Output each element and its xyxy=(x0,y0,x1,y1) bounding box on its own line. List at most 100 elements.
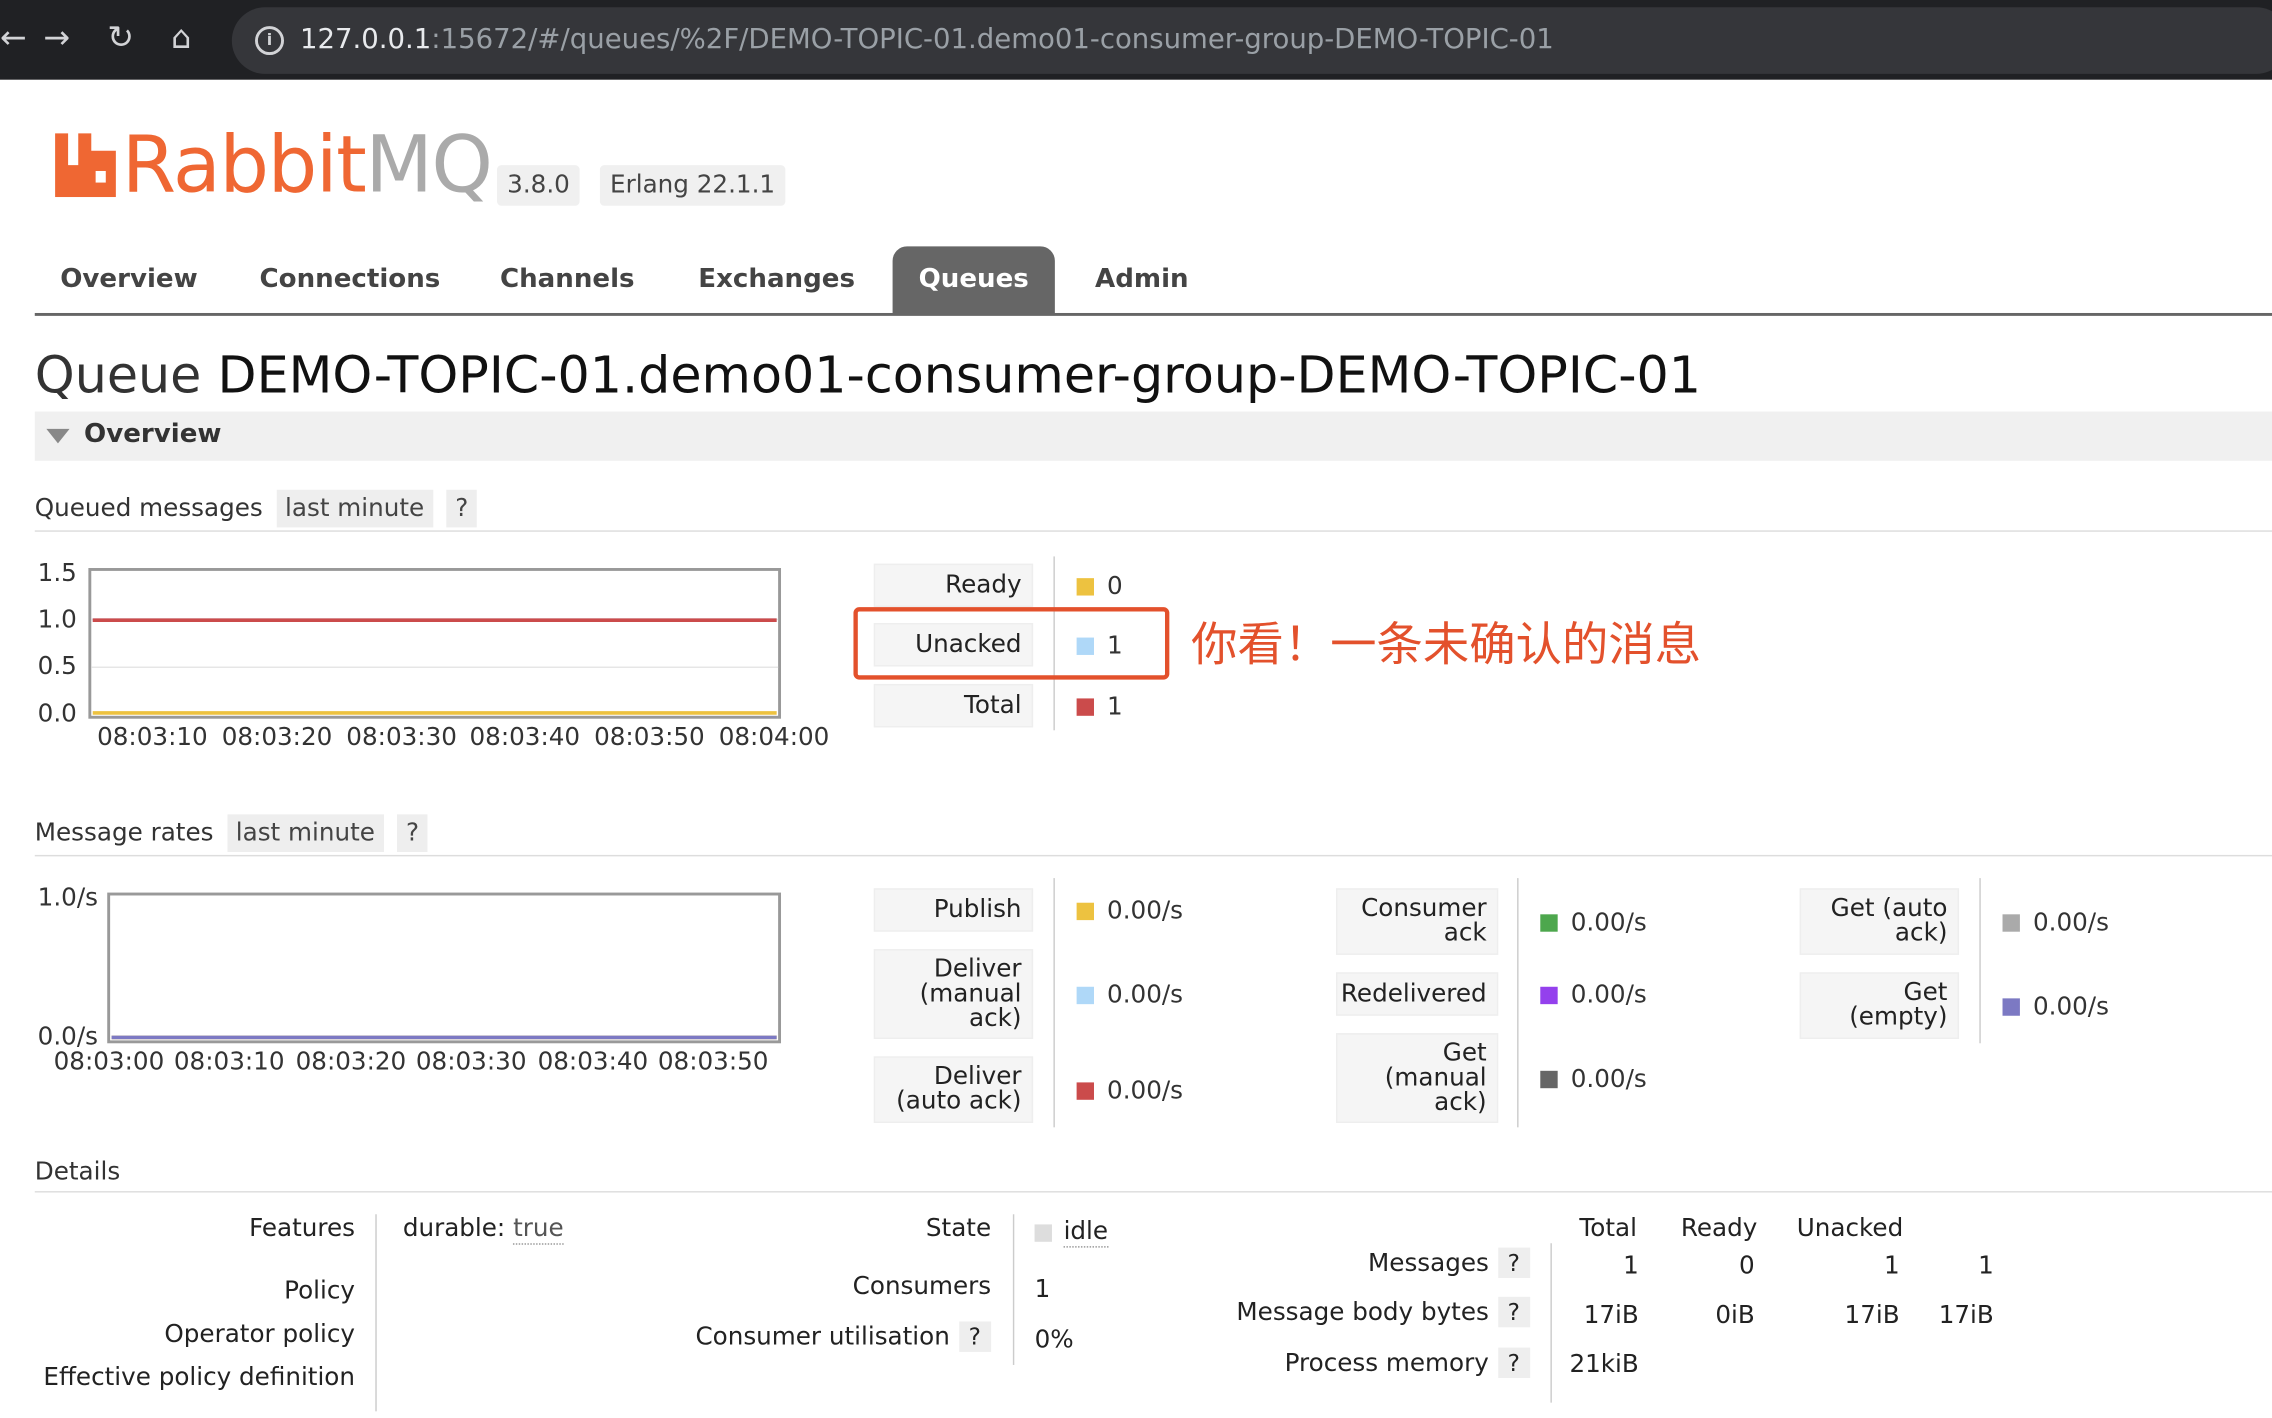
version-badge: 3.8.0 xyxy=(497,165,580,206)
legend-get-empty: Get (empty) xyxy=(1800,972,1959,1039)
legend-divider xyxy=(1517,878,1518,1127)
legend-value-total: 1 xyxy=(1077,693,1123,722)
deliver-manual-swatch xyxy=(1077,987,1094,1004)
x-tick-label: 08:03:50 xyxy=(594,723,705,752)
x-tick-label: 08:03:30 xyxy=(416,1048,527,1077)
x-tick-label: 08:03:10 xyxy=(97,723,208,752)
rate-value: 0.00/s xyxy=(1077,1077,1183,1106)
tab-connections[interactable]: Connections xyxy=(252,246,448,313)
operator-policy-label: Operator policy xyxy=(164,1320,355,1349)
legend-get-manual-ack: Get (manual ack) xyxy=(1336,1033,1498,1123)
x-tick-label: 08:03:00 xyxy=(54,1048,165,1077)
annotation-highlight-box xyxy=(853,607,1169,679)
process-memory-label: Process memory? xyxy=(1285,1348,1531,1378)
rate-value: 0.00/s xyxy=(1077,897,1183,926)
message-body-bytes-label: Message body bytes? xyxy=(1236,1297,1530,1327)
message-rates-lines xyxy=(110,895,778,1040)
state-indicator-icon xyxy=(1035,1224,1052,1241)
page-title: Queue DEMO-TOPIC-01.demo01-consumer-grou… xyxy=(35,348,1701,406)
messages-total: 1 xyxy=(1623,1252,1639,1281)
queued-help-button[interactable]: ? xyxy=(447,490,477,528)
get-empty-swatch xyxy=(2003,998,2020,1015)
messages-label: Messages? xyxy=(1368,1248,1530,1278)
site-info-icon[interactable]: i xyxy=(255,26,284,55)
policy-label: Policy xyxy=(284,1277,355,1306)
consumers-label: Consumers xyxy=(853,1272,991,1301)
rate-value: 0.00/s xyxy=(1540,909,1646,938)
body-bytes-help-button[interactable]: ? xyxy=(1498,1297,1531,1327)
legend-deliver-auto-ack: Deliver (auto ack) xyxy=(874,1056,1033,1123)
x-tick-label: 08:04:00 xyxy=(719,723,830,752)
legend-divider xyxy=(1979,878,1980,1043)
overview-section-toggle[interactable]: Overview xyxy=(35,412,2272,461)
state-label: State xyxy=(926,1214,991,1243)
tab-overview[interactable]: Overview xyxy=(49,246,208,313)
erlang-version-badge: Erlang 22.1.1 xyxy=(600,165,785,206)
features-label: Features xyxy=(249,1214,355,1243)
legend-divider xyxy=(1053,878,1054,1127)
durable-feature: durable: true xyxy=(403,1214,564,1243)
legend-deliver-manual-ack: Deliver (manual ack) xyxy=(874,949,1033,1039)
bytes-unacked: 17iB xyxy=(1845,1301,1900,1330)
annotation-text: 你看！一条未确认的消息 xyxy=(1191,609,1701,676)
x-tick-label: 08:03:50 xyxy=(658,1048,769,1077)
browser-toolbar: ← → ↻ ⌂ i 127.0.0.1:15672/#/queues/%2F/D… xyxy=(0,0,2272,80)
queue-name: DEMO-TOPIC-01.demo01-consumer-group-DEMO… xyxy=(218,348,1702,406)
state-value: idle xyxy=(1064,1217,1108,1247)
process-memory-help-button[interactable]: ? xyxy=(1498,1348,1531,1378)
x-tick-label: 08:03:10 xyxy=(174,1048,285,1077)
messages-ready: 0 xyxy=(1739,1252,1755,1281)
details-heading: Details xyxy=(35,1158,120,1187)
publish-swatch xyxy=(1077,903,1094,920)
process-memory-value: 21kiB xyxy=(1569,1350,1638,1379)
tab-exchanges[interactable]: Exchanges xyxy=(690,246,864,313)
messages-unacked: 1 xyxy=(1884,1252,1900,1281)
y-tick-label: 0.0 xyxy=(38,700,77,729)
consumers-value: 1 xyxy=(1035,1275,1051,1304)
home-icon[interactable]: ⌂ xyxy=(171,17,191,60)
total-swatch xyxy=(1077,698,1094,715)
rates-help-button[interactable]: ? xyxy=(397,814,427,852)
details-divider xyxy=(1550,1243,1551,1402)
details-divider xyxy=(375,1214,376,1411)
ready-swatch xyxy=(1077,578,1094,595)
tab-channels[interactable]: Channels xyxy=(491,246,643,313)
rabbitmq-logo-icon xyxy=(55,133,116,197)
legend-get-auto-ack: Get (auto ack) xyxy=(1800,888,1959,955)
reload-icon[interactable]: ↻ xyxy=(107,17,134,60)
address-bar[interactable]: i 127.0.0.1:15672/#/queues/%2F/DEMO-TOPI… xyxy=(232,7,2272,74)
page-title-prefix: Queue xyxy=(35,348,202,406)
col-header-ready: Ready xyxy=(1681,1214,1757,1243)
rate-value: 0.00/s xyxy=(1540,1065,1646,1094)
redelivered-swatch xyxy=(1540,987,1557,1004)
bytes-ready: 0iB xyxy=(1715,1301,1754,1330)
x-tick-label: 08:03:20 xyxy=(222,723,333,752)
legend-ready: Ready xyxy=(874,564,1033,607)
col-header-total: Total xyxy=(1579,1214,1637,1243)
url-text[interactable]: 127.0.0.1:15672/#/queues/%2F/DEMO-TOPIC-… xyxy=(300,23,1554,55)
legend-redelivered: Redelivered xyxy=(1336,972,1498,1015)
utilisation-help-button[interactable]: ? xyxy=(959,1321,992,1351)
messages-help-button[interactable]: ? xyxy=(1498,1248,1531,1278)
x-tick-label: 08:03:40 xyxy=(538,1048,649,1077)
legend-consumer-ack: Consumer ack xyxy=(1336,888,1498,955)
tab-admin[interactable]: Admin xyxy=(1085,246,1198,313)
divider xyxy=(35,855,2272,856)
tab-queues[interactable]: Queues xyxy=(893,246,1055,313)
x-tick-label: 08:03:30 xyxy=(346,723,457,752)
divider xyxy=(35,1191,2272,1192)
y-tick-label: 0.5 xyxy=(38,652,77,681)
queued-range-selector[interactable]: last minute xyxy=(276,490,433,528)
get-manual-swatch xyxy=(1540,1071,1557,1088)
y-tick-label: 1.0/s xyxy=(38,884,98,913)
rate-value: 0.00/s xyxy=(1077,981,1183,1010)
rates-range-selector[interactable]: last minute xyxy=(227,814,384,852)
rate-value: 0.00/s xyxy=(2003,993,2109,1022)
forward-icon[interactable]: → xyxy=(43,17,70,60)
get-auto-swatch xyxy=(2003,914,2020,931)
back-icon[interactable]: ← xyxy=(0,17,27,60)
messages-extra: 1 xyxy=(1978,1252,1994,1281)
deliver-auto-swatch xyxy=(1077,1082,1094,1099)
divider xyxy=(35,530,2272,531)
consumer-ack-swatch xyxy=(1540,914,1557,931)
